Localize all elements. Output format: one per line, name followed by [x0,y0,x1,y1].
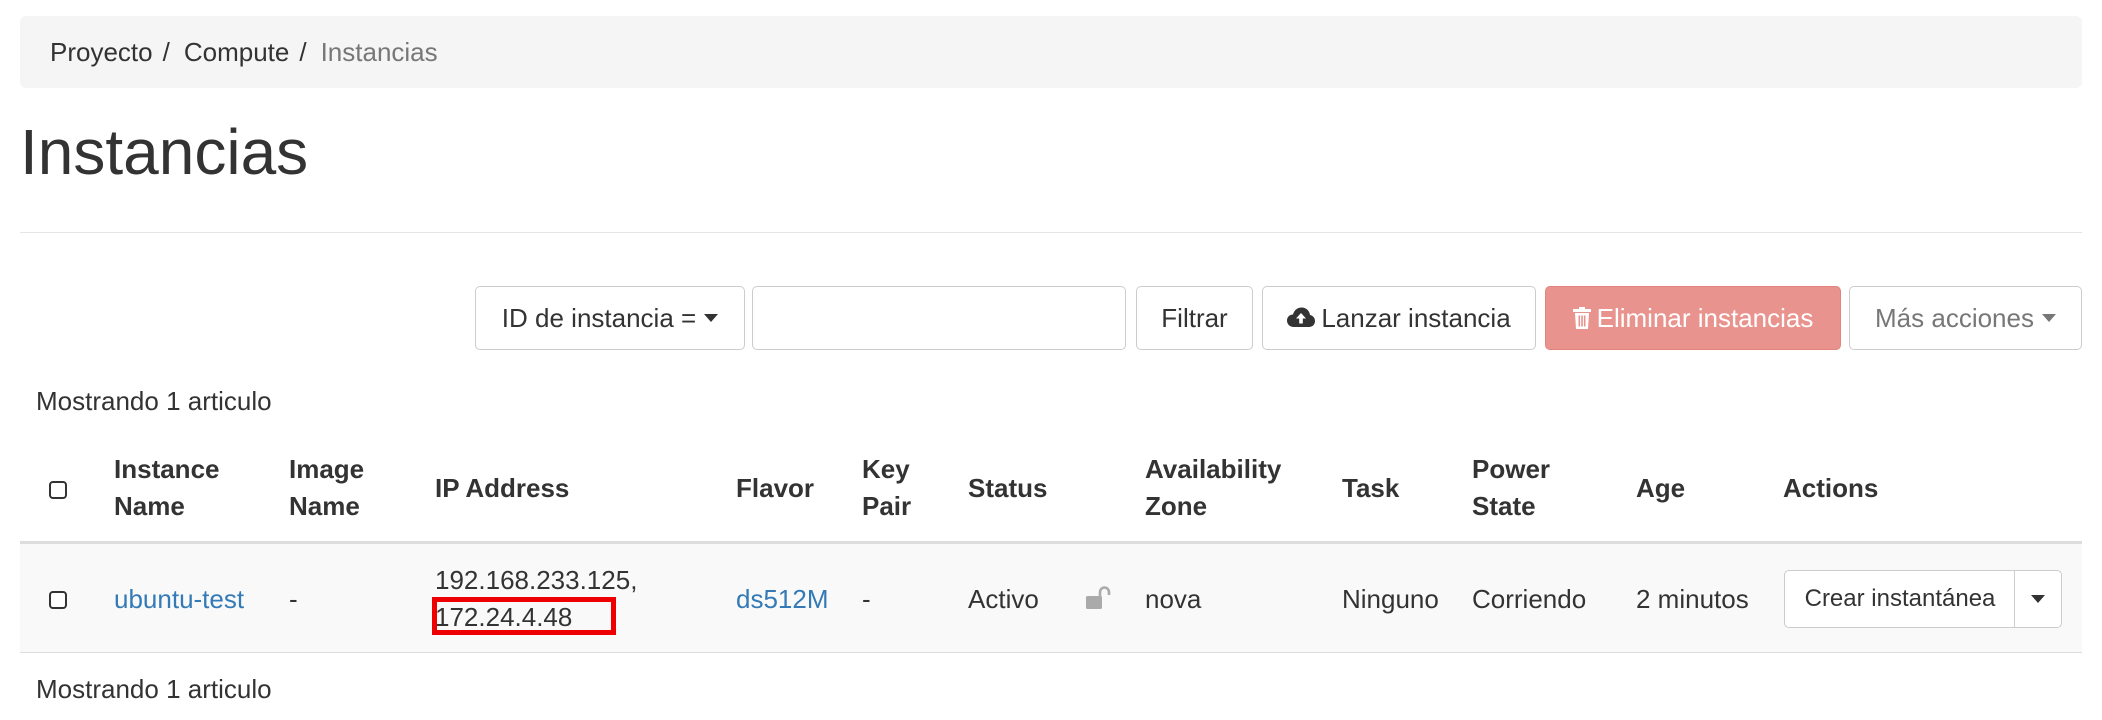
select-all-checkbox[interactable] [49,481,67,499]
availability-zone-cell: nova [1145,584,1202,614]
caret-down-icon [2031,595,2045,603]
flavor-link[interactable]: ds512M [736,584,829,615]
task-cell: Ninguno [1342,584,1439,614]
header-status[interactable]: Status [968,470,1047,507]
header-key-pair[interactable]: Key Pair [862,451,911,525]
filter-field-dropdown[interactable]: ID de instancia = [475,286,745,350]
breadcrumb-item-instancias: Instancias [320,36,438,67]
item-count-top: Mostrando 1 articulo [36,386,272,416]
row-select-checkbox[interactable] [49,591,67,609]
header-task[interactable]: Task [1342,470,1399,507]
page-title: Instancias [20,116,309,188]
delete-instances-button[interactable]: Eliminar instancias [1545,286,1841,350]
create-snapshot-button[interactable]: Crear instantánea [1784,570,2016,628]
breadcrumb-separator: / [162,36,170,67]
breadcrumb-item-proyecto[interactable]: Proyecto [50,37,153,68]
row-actions-dropdown-toggle[interactable] [2014,570,2062,628]
ip-highlight-box [432,597,616,635]
caret-down-icon [704,314,719,322]
ip-address-1: 192.168.233.125, [435,565,638,595]
header-availability-zone[interactable]: Availability Zone [1145,451,1281,525]
header-actions: Actions [1783,473,1879,503]
item-count-bottom: Mostrando 1 articulo [36,674,272,704]
breadcrumb: Proyecto / Compute / Instancias [20,16,2082,88]
key-pair-cell: - [862,584,871,614]
title-divider [20,232,2082,233]
unlock-icon [1086,586,1111,609]
instance-name-link[interactable]: ubuntu-test [114,584,244,615]
header-age[interactable]: Age [1636,470,1685,507]
delete-instances-label: Eliminar instancias [1596,302,1814,333]
header-ip-address[interactable]: IP Address [435,470,569,507]
header-power-state[interactable]: Power State [1472,451,1550,525]
header-instance-name[interactable]: Instance Name [114,451,220,525]
header-image-name[interactable]: Image Name [289,451,364,525]
more-actions-label: Más acciones [1875,302,2034,333]
power-state-cell: Corriendo [1472,584,1587,614]
filter-button[interactable]: Filtrar [1136,286,1253,350]
filter-button-label: Filtrar [1161,302,1228,333]
more-actions-dropdown[interactable]: Más acciones [1849,286,2082,350]
launch-instance-label: Lanzar instancia [1321,302,1511,333]
breadcrumb-item-compute[interactable]: Compute [184,37,290,68]
cloud-upload-icon [1287,307,1316,327]
trash-icon [1572,307,1591,329]
caret-down-icon [2041,314,2056,322]
table-row [20,544,2082,653]
status-cell: Activo [968,584,1039,614]
filter-field-label: ID de instancia = [501,302,697,333]
age-cell: 2 minutos [1636,584,1749,614]
launch-instance-button[interactable]: Lanzar instancia [1262,286,1536,350]
breadcrumb-separator: / [299,36,307,67]
image-name-cell: - [289,584,298,614]
create-snapshot-label: Crear instantánea [1804,585,1996,612]
header-flavor[interactable]: Flavor [736,470,814,507]
filter-input[interactable] [752,286,1126,350]
